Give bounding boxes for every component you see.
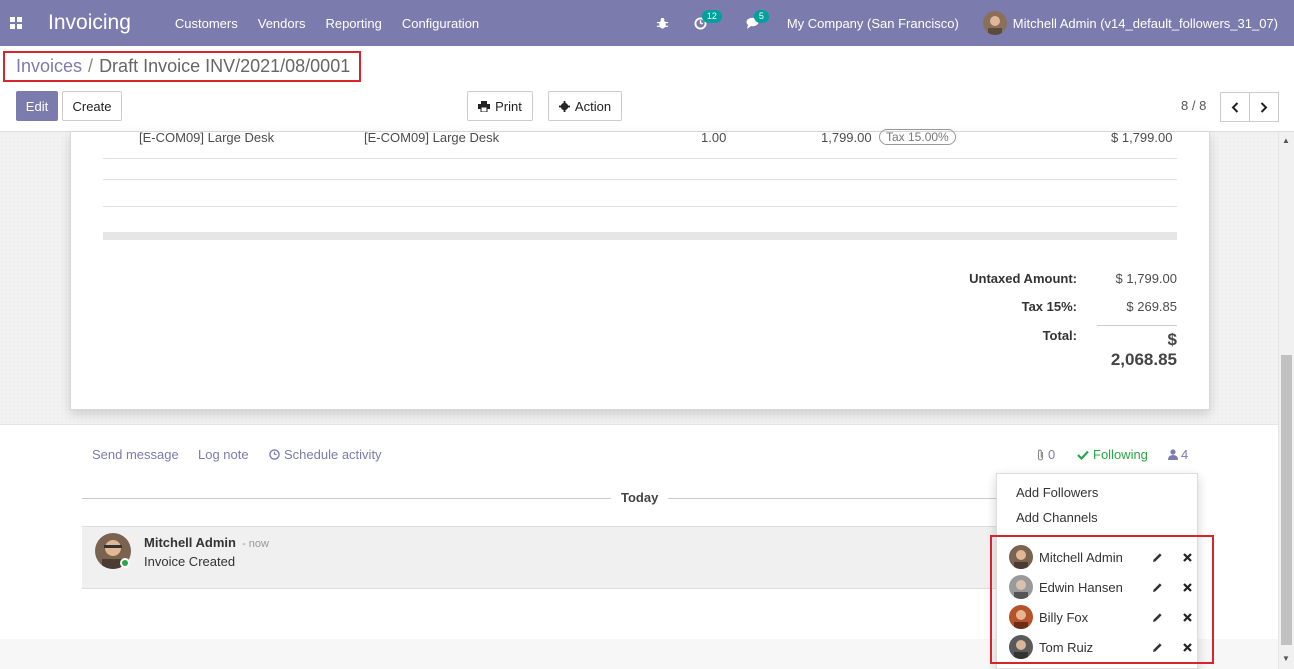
app-title[interactable]: Invoicing bbox=[48, 11, 131, 35]
send-message-button[interactable]: Send message bbox=[92, 447, 179, 462]
print-icon bbox=[478, 100, 491, 112]
messages-chat-icon[interactable]: 5 bbox=[746, 9, 769, 30]
scroll-up-arrow-icon[interactable]: ▲ bbox=[1282, 136, 1290, 145]
attachments-count: 0 bbox=[1048, 447, 1056, 462]
chevron-right-icon bbox=[1260, 101, 1268, 113]
schedule-activity-label: Schedule activity bbox=[284, 447, 382, 462]
attachments-button[interactable]: 0 bbox=[1036, 447, 1055, 462]
menu-configuration[interactable]: Configuration bbox=[402, 16, 479, 31]
form-content-area: [E-COM09] Large Desk [E-COM09] Large Des… bbox=[0, 129, 1278, 424]
date-separator-label: Today bbox=[611, 490, 669, 505]
paperclip-icon bbox=[1037, 449, 1044, 461]
untaxed-amount-value: $ 1,799.00 bbox=[1115, 271, 1177, 286]
line-label: [E-COM09] Large Desk bbox=[364, 130, 500, 145]
following-button[interactable]: Following bbox=[1077, 447, 1148, 462]
following-label: Following bbox=[1093, 447, 1148, 462]
tax-label: Tax 15%: bbox=[1021, 299, 1077, 314]
top-navbar: Invoicing Customers Vendors Reporting Co… bbox=[0, 0, 1294, 46]
user-icon bbox=[1168, 449, 1178, 460]
activity-count-badge: 12 bbox=[701, 9, 722, 23]
followers-button[interactable]: 4 bbox=[1168, 447, 1188, 462]
menu-vendors[interactable]: Vendors bbox=[258, 16, 306, 31]
message-body: Invoice Created bbox=[144, 554, 236, 569]
lines-footer-bar bbox=[103, 232, 1177, 240]
user-menu[interactable]: Mitchell Admin (v14_default_followers_31… bbox=[982, 11, 1278, 35]
log-note-button[interactable]: Log note bbox=[198, 447, 249, 462]
invoice-form-sheet: [E-COM09] Large Desk [E-COM09] Large Des… bbox=[70, 129, 1210, 410]
scroll-down-arrow-icon[interactable]: ▼ bbox=[1282, 654, 1290, 663]
print-button[interactable]: Print bbox=[467, 91, 533, 121]
debug-bug-icon[interactable] bbox=[656, 17, 669, 30]
tax-value: $ 269.85 bbox=[1126, 299, 1177, 314]
untaxed-amount-label: Untaxed Amount: bbox=[969, 271, 1077, 286]
print-label: Print bbox=[495, 98, 522, 114]
menu-customers[interactable]: Customers bbox=[175, 16, 238, 31]
control-panel: Invoices / Draft Invoice INV/2021/08/000… bbox=[0, 46, 1294, 132]
breadcrumb-current: Draft Invoice INV/2021/08/0001 bbox=[99, 56, 351, 76]
menu-reporting[interactable]: Reporting bbox=[325, 16, 381, 31]
activity-clock-icon[interactable]: 12 bbox=[694, 9, 722, 30]
followers-list-highlight bbox=[990, 535, 1214, 664]
schedule-activity-button[interactable]: Schedule activity bbox=[269, 447, 382, 462]
empty-line-row[interactable] bbox=[103, 179, 1177, 180]
apps-menu-icon[interactable] bbox=[0, 0, 32, 46]
check-icon bbox=[1077, 450, 1089, 460]
gear-icon bbox=[558, 100, 570, 112]
line-subtotal: $ 1,799.00 bbox=[1111, 130, 1173, 145]
empty-line-row[interactable] bbox=[103, 206, 1177, 207]
chevron-left-icon bbox=[1231, 101, 1239, 113]
message-count-badge: 5 bbox=[753, 9, 769, 23]
line-price: 1,799.00 bbox=[821, 130, 872, 145]
line-quantity: 1.00 bbox=[701, 130, 727, 145]
user-name: Mitchell Admin (v14_default_followers_31… bbox=[1012, 15, 1278, 31]
action-label: Action bbox=[574, 98, 612, 114]
line-tax-tag: Tax 15.00% bbox=[879, 129, 956, 145]
company-switcher[interactable]: My Company (San Francisco) bbox=[787, 16, 959, 31]
message-author[interactable]: Mitchell Admin bbox=[144, 535, 236, 550]
line-product: [E-COM09] Large Desk bbox=[139, 130, 275, 145]
add-channels-item[interactable]: Add Channels bbox=[1016, 510, 1098, 525]
create-button[interactable]: Create bbox=[62, 91, 122, 121]
breadcrumb: Invoices / Draft Invoice INV/2021/08/000… bbox=[3, 51, 361, 82]
add-followers-item[interactable]: Add Followers bbox=[1016, 485, 1098, 500]
pager-previous-button[interactable] bbox=[1220, 92, 1250, 122]
scroll-thumb[interactable] bbox=[1281, 355, 1292, 645]
breadcrumb-separator: / bbox=[88, 56, 94, 76]
breadcrumb-invoices-link[interactable]: Invoices bbox=[16, 56, 82, 77]
action-button[interactable]: Action bbox=[548, 91, 622, 121]
pager-next-button[interactable] bbox=[1249, 92, 1279, 122]
message-time: - now bbox=[242, 538, 269, 550]
total-label: Total: bbox=[1042, 328, 1077, 343]
online-status-icon bbox=[120, 558, 130, 568]
clock-icon bbox=[269, 449, 280, 460]
total-value: $ 2,068.85 bbox=[1097, 325, 1177, 370]
edit-button[interactable]: Edit bbox=[16, 91, 58, 121]
user-avatar bbox=[982, 11, 1007, 35]
vertical-scrollbar[interactable]: ▲ ▼ bbox=[1278, 132, 1294, 669]
pager-value[interactable]: 8 / 8 bbox=[1181, 98, 1206, 113]
followers-count: 4 bbox=[1181, 447, 1189, 462]
invoice-line-row[interactable]: [E-COM09] Large Desk [E-COM09] Large Des… bbox=[103, 129, 1177, 159]
